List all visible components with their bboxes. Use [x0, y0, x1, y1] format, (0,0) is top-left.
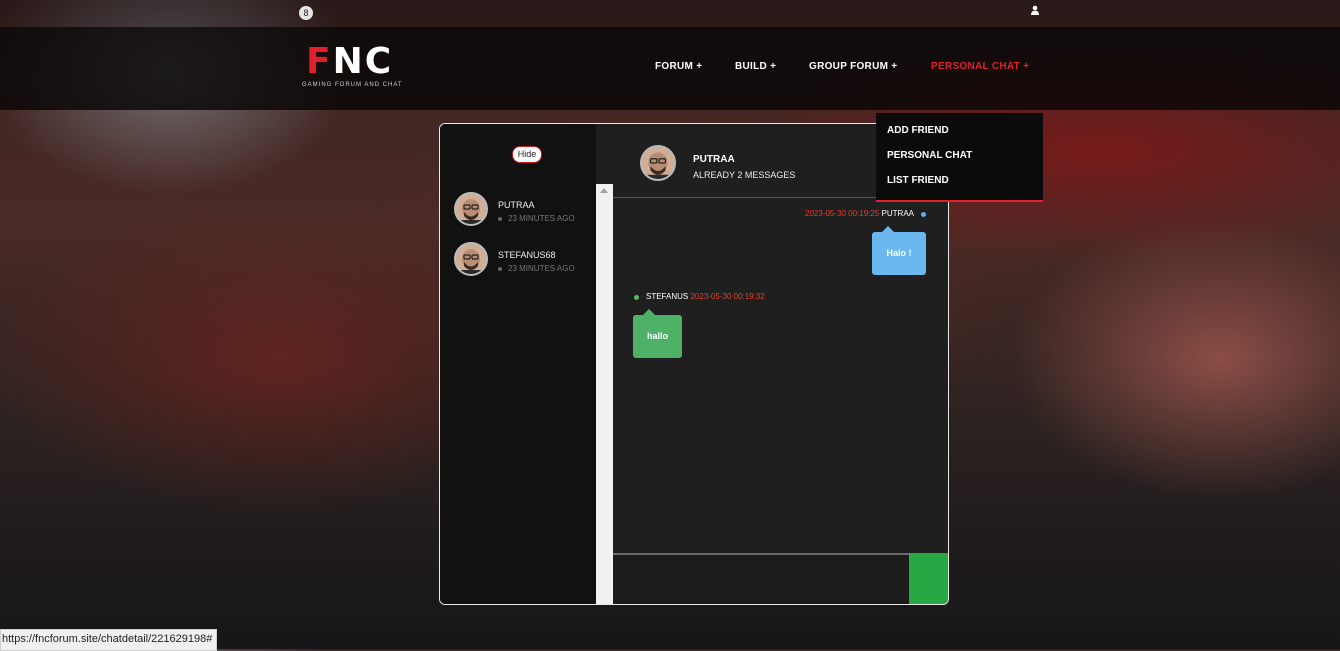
contact-item-stefanus68[interactable]: STEFANUS68 23 MINUTES AGO [454, 242, 594, 280]
message-sender: STEFANUS [646, 292, 689, 301]
contact-last-seen: 23 MINUTES AGO [498, 264, 575, 273]
message-bubble: Halo ! [872, 226, 926, 275]
send-button[interactable] [909, 553, 948, 604]
message-meta: STEFANUS 2023-05-30 00:19:32 [646, 292, 765, 301]
nav-personal-chat[interactable]: PERSONAL CHAT + [931, 61, 1029, 75]
avatar [454, 242, 488, 276]
hide-button[interactable]: Hide [512, 146, 542, 163]
scroll-up-arrow-icon[interactable] [600, 188, 608, 193]
message-bubble: hallo [633, 309, 682, 358]
menu-item-list-friend[interactable]: LIST FRIEND [887, 175, 949, 186]
message-input[interactable] [613, 553, 909, 604]
chat-panel: Hide PUTRAA 23 MINUTES AGO STEFANUS68 23… [439, 123, 949, 605]
fnc-logo[interactable]: FNC GAMING FORUM AND CHAT [302, 44, 403, 89]
nav-forum[interactable]: FORUM + [655, 61, 702, 75]
avatar [640, 145, 676, 181]
message-meta: 2023-05-30 00:19:25 PUTRAA [805, 209, 914, 218]
contact-name: PUTRAA [498, 200, 535, 210]
message-time: 2023-05-30 00:19:32 [690, 292, 765, 301]
message-count: ALREADY 2 MESSAGES [693, 170, 796, 180]
logo-letters-nc: NC [332, 41, 394, 82]
logo-mark: FNC [306, 44, 403, 80]
message-sender: PUTRAA [881, 209, 914, 218]
top-bar [0, 0, 1340, 27]
menu-item-personal-chat[interactable]: PERSONAL CHAT [887, 150, 972, 161]
logo-tagline: GAMING FORUM AND CHAT [302, 82, 403, 88]
nav-build[interactable]: BUILD + [735, 61, 776, 75]
avatar [454, 192, 488, 226]
last-seen-text: 23 MINUTES AGO [508, 264, 575, 273]
status-dot [498, 216, 502, 221]
status-url: https://fncforum.site/chatdetail/2216291… [0, 629, 218, 651]
user-icon[interactable] [1030, 5, 1040, 15]
sender-dot [634, 295, 639, 300]
nav-group-forum[interactable]: GROUP FORUM + [809, 61, 897, 75]
chat-partner-name: PUTRAA [693, 154, 735, 165]
sidebar-scrollbar[interactable] [596, 184, 613, 604]
menu-item-add-friend[interactable]: ADD FRIEND [887, 125, 949, 136]
personal-chat-dropdown: ADD FRIEND PERSONAL CHAT LIST FRIEND [876, 113, 1043, 202]
message-time: 2023-05-30 00:19:25 [805, 209, 880, 218]
last-seen-text: 23 MINUTES AGO [508, 214, 575, 223]
sender-dot [921, 212, 926, 217]
contact-last-seen: 23 MINUTES AGO [498, 214, 575, 223]
contact-name: STEFANUS68 [498, 250, 556, 260]
notification-badge[interactable]: 8 [299, 6, 313, 20]
logo-letter-f: F [306, 41, 333, 82]
contacts-sidebar: Hide PUTRAA 23 MINUTES AGO STEFANUS68 23… [440, 124, 596, 604]
status-dot [498, 266, 502, 271]
contact-item-putraa[interactable]: PUTRAA 23 MINUTES AGO [454, 192, 594, 230]
